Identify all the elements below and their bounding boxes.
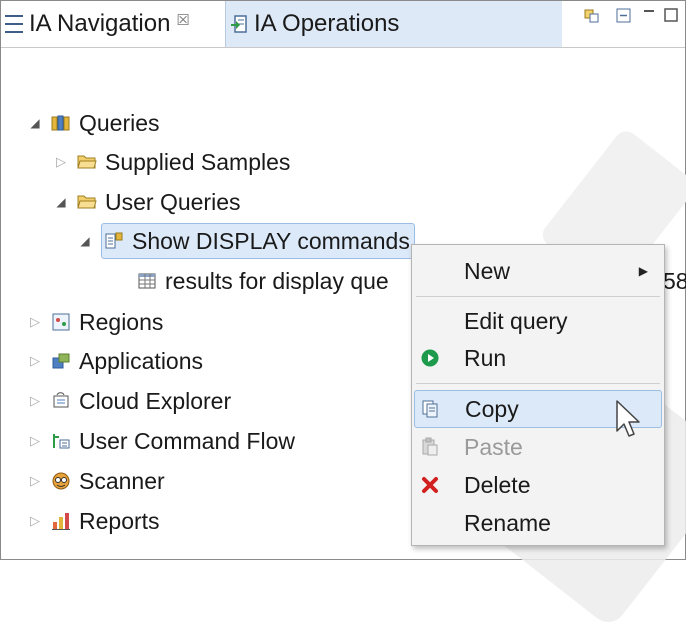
ia-navigation-view: IA Navigation ☒ IA Operations ◢ Queries … [0, 0, 686, 629]
regions-icon [52, 313, 70, 331]
close-icon[interactable]: ☒ [176, 11, 189, 29]
menu-separator [416, 296, 660, 297]
tree-item-applications[interactable]: ▷ Applications [27, 343, 203, 379]
menu-item-label: Run [464, 344, 507, 371]
copy-icon [422, 400, 438, 418]
maximize-icon[interactable] [663, 7, 679, 23]
tree-item-label: Supplied Samples [105, 148, 291, 175]
navigation-view-icon [5, 15, 23, 33]
collapsed-arrow-icon[interactable]: ▷ [53, 154, 69, 170]
menu-item-label: Delete [464, 471, 531, 498]
blank-icon [420, 311, 440, 331]
folder-icon [77, 155, 97, 169]
tree-item-label: Applications [79, 347, 204, 374]
command-flow-icon [53, 434, 70, 449]
tab-ia-navigation[interactable]: IA Navigation ☒ [1, 1, 225, 47]
menu-item-label: Edit query [464, 307, 568, 334]
minimize-icon[interactable] [641, 7, 657, 23]
tree-item-queries[interactable]: ◢ Queries [27, 105, 160, 141]
expanded-arrow-icon[interactable]: ◢ [77, 234, 93, 248]
tree-item-label: Queries [79, 109, 160, 136]
delete-icon [422, 477, 438, 493]
tree-item-user-queries[interactable]: ◢ User Queries [53, 184, 240, 220]
tree-item-label: Scanner [79, 467, 165, 494]
collapsed-arrow-icon[interactable]: ▷ [27, 393, 43, 409]
view-tab-bar: IA Navigation ☒ IA Operations [1, 1, 685, 48]
tree-item-supplied-samples[interactable]: ▷ Supplied Samples [53, 144, 290, 180]
menu-separator [416, 383, 660, 384]
tree-item-scanner[interactable]: ▷ Scanner [27, 463, 165, 499]
tab-label: IA Navigation [29, 10, 171, 37]
collapsed-arrow-icon[interactable]: ▷ [27, 513, 43, 529]
tree-item-label: User Queries [105, 188, 241, 215]
tree-item-label: Cloud Explorer [79, 387, 232, 414]
query-icon [105, 232, 123, 249]
menu-item-new[interactable]: New ▶ [412, 253, 664, 289]
tree-item-results-suffix: 58 [663, 263, 686, 299]
blank-icon [420, 513, 440, 533]
selected-tree-item[interactable]: Show DISPLAY commands [101, 223, 415, 259]
tree-item-label: results for display que [165, 267, 389, 294]
tab-label: IA Operations [254, 10, 400, 37]
paste-icon [422, 437, 438, 456]
menu-item-label: Rename [464, 509, 551, 536]
collapse-all-icon[interactable] [615, 7, 633, 25]
scanner-icon [52, 472, 70, 490]
blank-icon [420, 261, 440, 281]
expanded-arrow-icon[interactable]: ◢ [53, 195, 69, 209]
tree-item-regions[interactable]: ▷ Regions [27, 304, 163, 340]
submenu-arrow-icon: ▶ [638, 264, 648, 278]
applications-icon [52, 353, 70, 369]
folder-icon [77, 195, 97, 209]
menu-item-edit-query[interactable]: Edit query [412, 303, 664, 339]
tree-item-results[interactable]: results for display que [137, 263, 389, 299]
reports-icon [52, 513, 70, 530]
run-icon [421, 349, 439, 367]
collapsed-arrow-icon[interactable]: ▷ [27, 473, 43, 489]
tab-ia-operations[interactable]: IA Operations [225, 1, 562, 47]
expanded-arrow-icon[interactable]: ◢ [27, 116, 43, 130]
collapsed-arrow-icon[interactable]: ▷ [27, 433, 43, 449]
operations-view-icon [231, 15, 247, 33]
queries-icon [51, 115, 70, 131]
tree-item-label: Reports [79, 507, 160, 534]
tree-item-cloud-explorer[interactable]: ▷ Cloud Explorer [27, 383, 231, 419]
mouse-cursor-icon [616, 400, 640, 437]
tree-item-label: User Command Flow [79, 427, 295, 454]
tree-item-label: Regions [79, 308, 164, 335]
context-menu: New ▶ Edit query Run Copy Paste Delete R… [411, 244, 665, 546]
table-icon [138, 273, 156, 289]
tree-item-reports[interactable]: ▷ Reports [27, 503, 160, 539]
tree-item-label: Show DISPLAY commands [132, 227, 410, 254]
tree-item-show-display-commands[interactable]: ◢ Show DISPLAY commands [77, 223, 415, 259]
tree-item-user-command-flow[interactable]: ▷ User Command Flow [27, 423, 295, 459]
collapsed-arrow-icon[interactable]: ▷ [27, 314, 43, 330]
menu-item-delete[interactable]: Delete [412, 467, 664, 503]
menu-item-rename[interactable]: Rename [412, 505, 664, 541]
menu-item-label: New [464, 257, 511, 284]
truncated-text: 58 [663, 267, 686, 294]
menu-item-run[interactable]: Run [412, 340, 664, 376]
cloud-explorer-icon [53, 392, 69, 408]
sync-icon[interactable] [581, 7, 601, 25]
collapsed-arrow-icon[interactable]: ▷ [27, 353, 43, 369]
